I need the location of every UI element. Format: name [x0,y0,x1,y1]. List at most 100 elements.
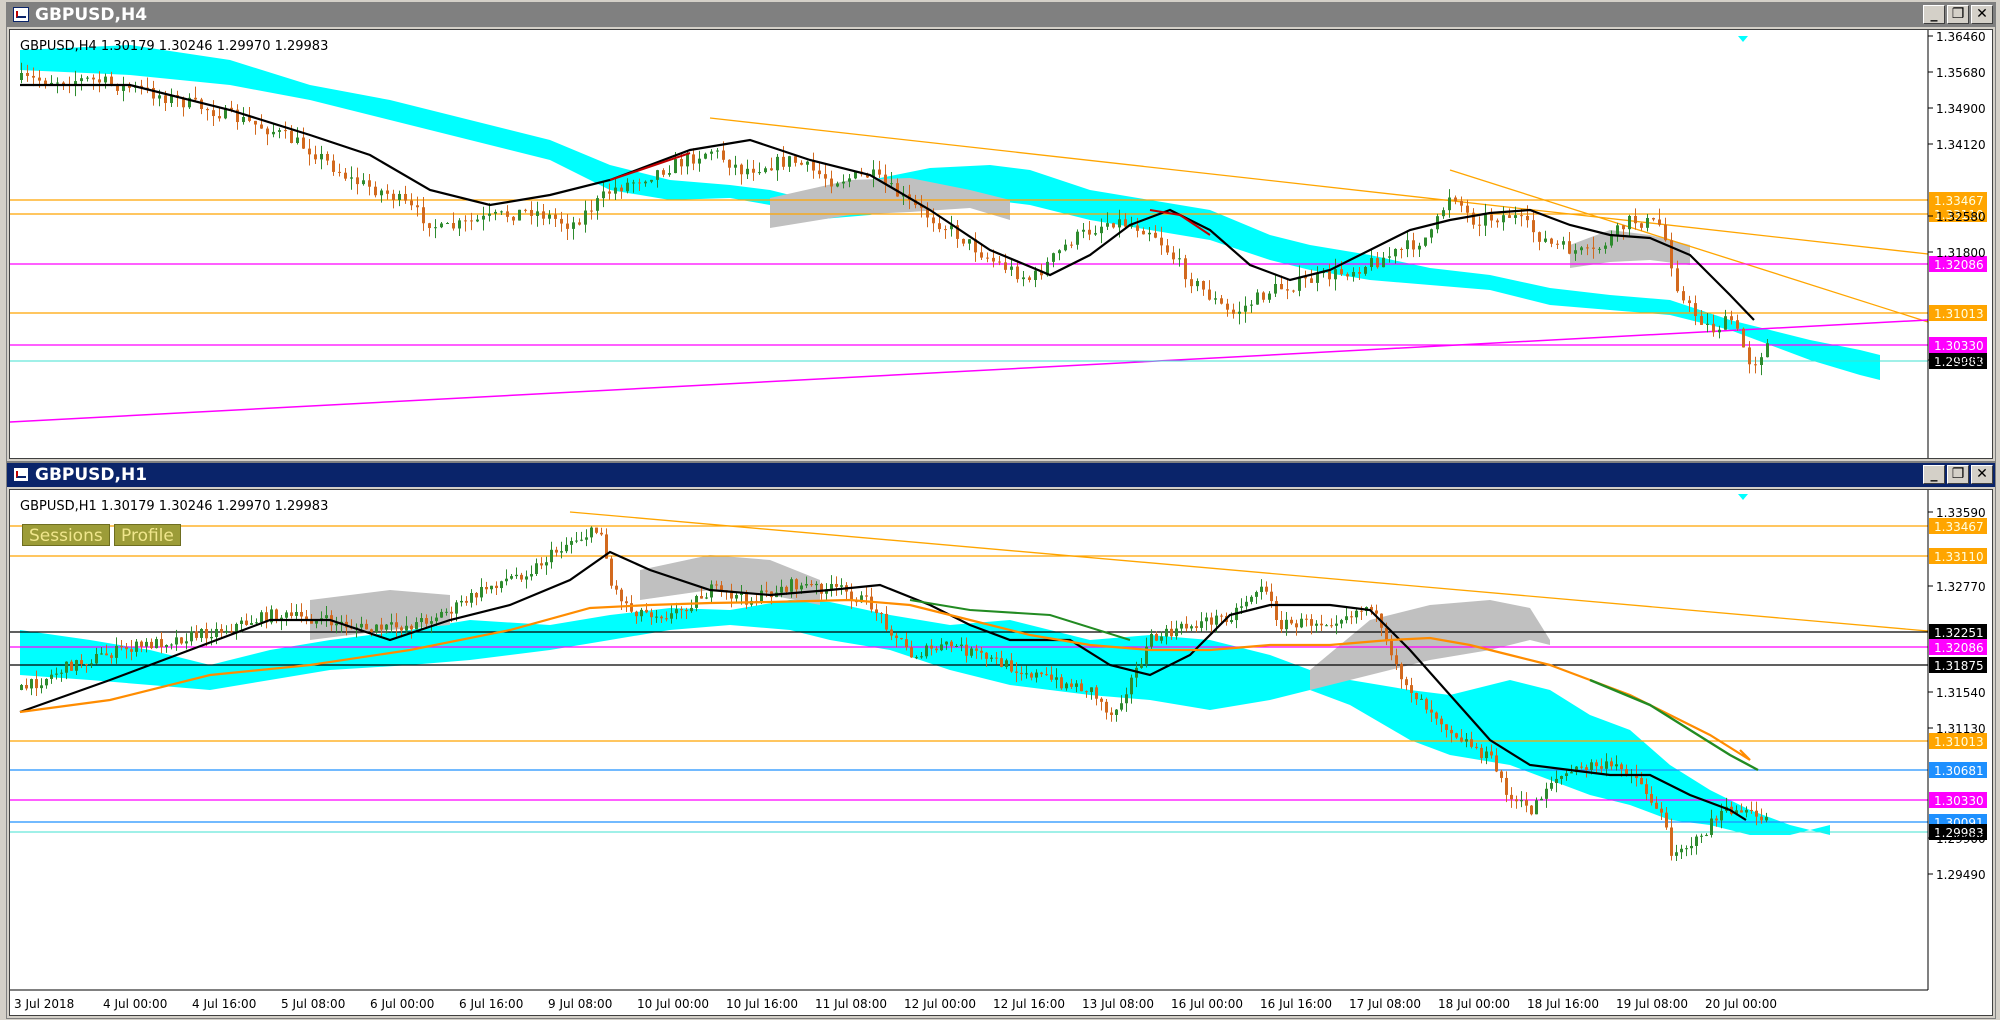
candle-body [764,168,767,173]
candle-body [380,624,383,630]
candle-body [835,583,838,587]
candle-body [1100,226,1103,234]
candle-body [1040,672,1043,675]
candle-body [1070,683,1073,687]
candle-body [1022,277,1025,280]
candle-body [1245,601,1248,607]
candle-body [194,97,197,100]
candle-body [266,128,269,135]
price-level-label: 1.33467 [1934,194,1984,208]
candle-body [1605,761,1608,769]
candle-body [530,573,533,577]
candle-body [480,586,483,598]
candle-body [1538,232,1541,242]
candle-body [250,623,253,625]
candle-body [1390,640,1393,656]
profile-button[interactable]: Profile [114,524,181,546]
close-button[interactable]: ✕ [1971,465,1993,484]
candle-body [452,223,455,229]
candle-body [1590,762,1593,770]
chart-window-h4[interactable]: GBPUSD,H4 _ ❐ ✕ GBPUSD,H4 1.30179 1.30246 … [6,2,1996,462]
candle-body [515,574,518,577]
ichimoku-cloud-bullish [20,45,1880,380]
candle-body [1418,245,1421,250]
close-button[interactable]: ✕ [1971,5,1993,24]
candle-body [115,645,118,658]
candle-body [565,544,568,552]
candle-body [1586,247,1589,249]
candle-body [665,618,668,620]
candle-body [1355,610,1358,618]
candle-body [1465,739,1468,742]
candle-body [560,218,563,224]
time-axis: 3 Jul 2018 4 Jul 00:00 4 Jul 16:00 5 Jul 08… [10,989,1928,1011]
minimize-button[interactable]: _ [1923,465,1945,484]
candle-body [1595,762,1598,767]
candle-body [1325,625,1328,627]
candle-body [1265,586,1268,592]
plot-area[interactable] [9,36,1929,423]
candle-body [1080,683,1083,692]
candle-body [425,618,428,624]
candle-body [1180,623,1183,629]
window-title: GBPUSD,H1 [35,465,148,485]
candle-body [475,592,478,598]
candle-body [1214,298,1217,300]
candle-body [1250,596,1253,602]
plot-area[interactable] [10,494,1929,861]
window-titlebar-h4[interactable]: GBPUSD,H4 _ ❐ ✕ [7,3,1995,27]
candle-body [1505,777,1508,795]
candle-body [476,219,479,222]
candle-body [20,684,23,690]
candle-body [20,73,23,80]
symbol-header: GBPUSD,H4 1.30179 1.30246 1.29970 1.2998… [20,39,328,54]
candle-body [746,168,749,175]
candle-body [1500,771,1503,778]
candle-body [125,647,128,650]
candle-body [1335,623,1338,626]
candle-body [110,76,113,85]
candle-body [1382,257,1385,268]
minimize-button[interactable]: _ [1923,5,1945,24]
candle-body [1070,244,1073,246]
price-tick-label: 1.31800 [1936,246,1986,260]
price-chart-h4[interactable]: GBPUSD,H4 1.30179 1.30246 1.29970 1.2998… [9,30,1992,458]
cloud-marker-icon [1738,36,1748,42]
candle-body [338,171,341,173]
candle-body [570,541,573,545]
time-tick-label: 18 Jul 00:00 [1438,997,1510,1011]
candle-body [1155,634,1158,641]
candle-body [1510,794,1513,800]
candle-body [350,177,353,179]
price-chart-h1[interactable]: GBPUSD,H1 1.30179 1.30246 1.29970 1.2998… [10,490,1992,1015]
chart-canvas-h4[interactable]: GBPUSD,H4 1.30179 1.30246 1.29970 1.2998… [9,29,1993,459]
candle-body [836,183,839,187]
chart-window-h1[interactable]: GBPUSD,H1 _ ❐ ✕ GBPUSD,H1 1.30179 1.30246 … [6,462,1996,1019]
restore-button[interactable]: ❐ [1947,465,1969,484]
candle-body [542,211,545,219]
candle-body [740,164,743,175]
candle-body [145,641,148,647]
candle-body [245,620,248,625]
chart-window-icon [13,7,29,22]
candle-body [1705,834,1708,836]
window-titlebar-h1[interactable]: GBPUSD,H1 _ ❐ ✕ [7,463,1995,487]
candle-body [1485,751,1488,759]
candle-body [215,628,218,637]
candle-body [1580,247,1583,251]
chart-canvas-h1[interactable]: GBPUSD,H1 1.30179 1.30246 1.29970 1.2998… [9,489,1993,1016]
candle-body [1352,272,1355,277]
restore-button[interactable]: ❐ [1947,5,1969,24]
candle-body [430,621,433,624]
candle-body [455,602,458,614]
candle-body [385,624,388,630]
candle-body [1055,677,1058,680]
sessions-button[interactable]: Sessions [22,524,110,546]
candle-body [895,635,898,638]
candle-body [674,159,677,174]
candle-body [1292,290,1295,292]
candle-body [1675,852,1678,856]
candle-body [812,161,815,171]
candle-body [1064,244,1067,251]
candle-body [1718,329,1721,333]
